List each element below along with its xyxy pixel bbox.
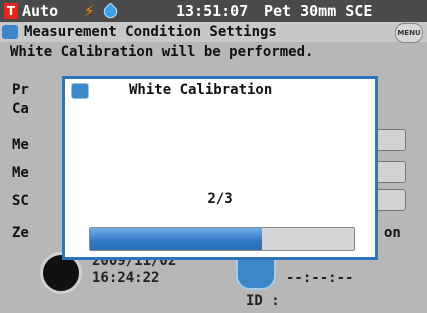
blank-time: --:--:--: [286, 270, 354, 286]
bg-line-5: Ze: [12, 225, 29, 241]
progress-fill: [90, 228, 262, 250]
page-title: Measurement Condition Settings: [24, 24, 277, 40]
bg-line-2: Me: [12, 137, 29, 153]
t-icon: T: [4, 3, 18, 19]
dialog-icon: [71, 83, 89, 99]
id-label: ID :: [246, 293, 280, 309]
progress-count: 2/3: [207, 191, 233, 207]
bg-line-3: Me: [12, 165, 29, 181]
clock-time: 13:51:07: [176, 2, 249, 20]
title-bar: Measurement Condition Settings MENU: [0, 22, 427, 43]
record-time: 16:24:22: [92, 270, 160, 286]
status-bar: T Auto ⚡ 13:51:07 Pet 30mm SCE: [0, 0, 427, 22]
bg-line-4: SC: [12, 193, 29, 209]
drop-icon: [101, 2, 120, 21]
target-setting: Pet 30mm SCE: [264, 2, 373, 20]
progress-bar: [89, 227, 355, 251]
white-calibration-dialog: White Calibration 2/3: [62, 76, 378, 260]
notice-text: White Calibration will be performed.: [10, 44, 314, 60]
bg-line-1: Ca: [12, 101, 29, 117]
settings-icon: [2, 25, 18, 39]
flash-icon: ⚡: [84, 2, 95, 20]
bg-line-0: Pr: [12, 82, 29, 98]
measurement-mode: Auto: [22, 2, 59, 20]
device-screen: T Auto ⚡ 13:51:07 Pet 30mm SCE Measureme…: [0, 0, 427, 313]
menu-button[interactable]: MENU: [395, 23, 423, 43]
bg-right-text: on: [384, 225, 401, 241]
dialog-title: White Calibration: [129, 82, 273, 98]
